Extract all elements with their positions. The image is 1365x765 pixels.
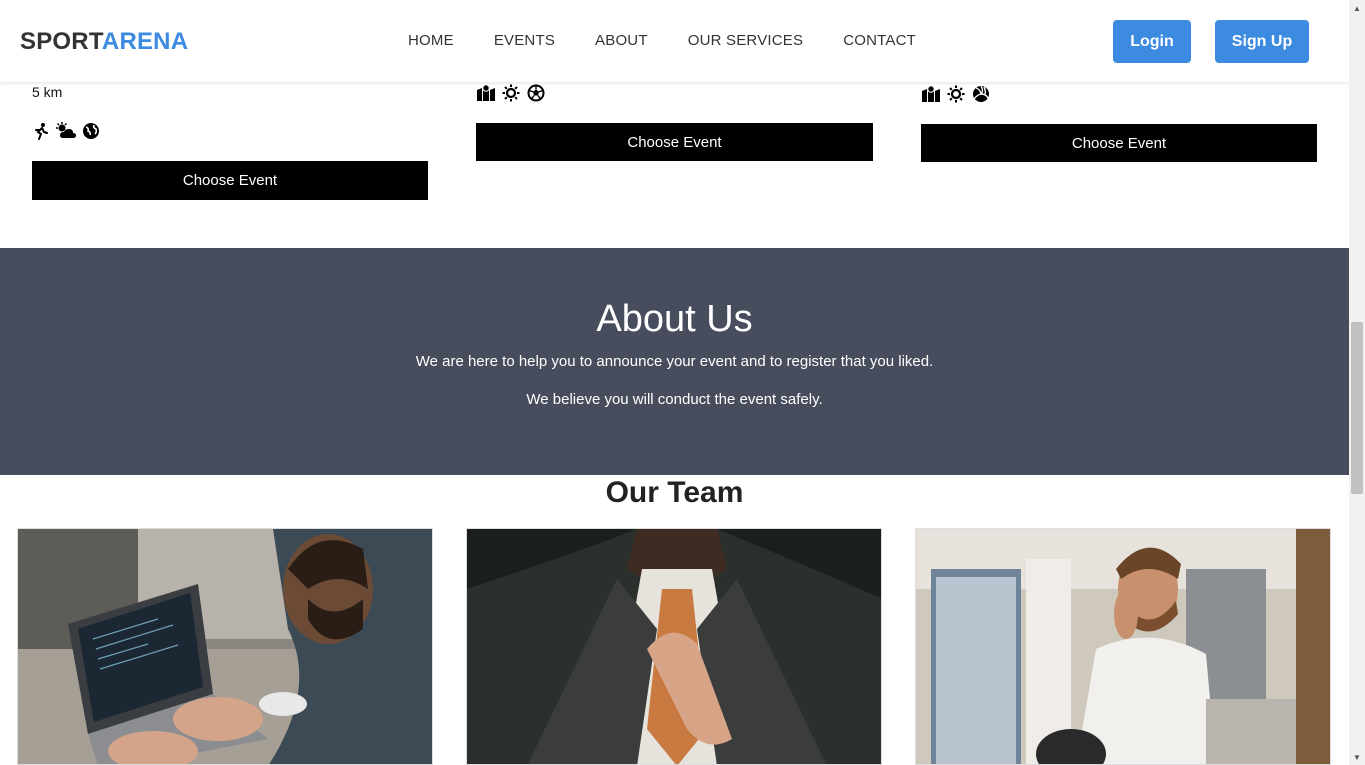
choose-event-button-1[interactable]: Choose Event <box>32 161 428 200</box>
event-icons-3 <box>920 85 991 108</box>
globe-icon <box>80 122 101 145</box>
sun-icon <box>500 84 521 107</box>
about-section: About Us We are here to help you to anno… <box>0 248 1349 475</box>
scrollbar-thumb[interactable] <box>1351 322 1363 494</box>
team-member-photo-2 <box>466 528 882 765</box>
soccer-ball-icon <box>525 84 546 107</box>
map-icon <box>475 84 496 107</box>
brand-logo[interactable]: SPORTARENA <box>20 28 188 56</box>
nav-our-services[interactable]: OUR SERVICES <box>688 32 804 49</box>
nav-about[interactable]: ABOUT <box>595 32 648 49</box>
event-distance: 5 km <box>32 84 63 100</box>
event-icons-1 <box>30 122 101 145</box>
sign-up-button[interactable]: Sign Up <box>1215 20 1309 63</box>
choose-event-button-2[interactable]: Choose Event <box>476 123 873 161</box>
brand-part-1: SPORT <box>20 28 102 55</box>
nav-events[interactable]: EVENTS <box>494 32 555 49</box>
event-icons-2 <box>475 84 546 107</box>
map-icon <box>920 85 941 108</box>
scroll-down-arrow-icon[interactable]: ▼ <box>1349 749 1365 765</box>
about-text-line-2: We believe you will conduct the event sa… <box>526 391 823 408</box>
sun-icon <box>945 85 966 108</box>
sun-cloud-icon <box>55 122 76 145</box>
nav-home[interactable]: HOME <box>408 32 454 49</box>
volleyball-icon <box>970 85 991 108</box>
nav-contact[interactable]: CONTACT <box>843 32 916 49</box>
page-viewport: 5 km Choose Event Choose Event Choose Ev… <box>0 0 1349 765</box>
running-icon <box>30 122 51 145</box>
scroll-up-arrow-icon[interactable]: ▲ <box>1349 0 1365 16</box>
brand-part-2: ARENA <box>101 28 189 55</box>
team-member-photo-3 <box>915 528 1331 765</box>
team-member-photo-1 <box>17 528 433 765</box>
top-navbar: SPORTARENA HOME EVENTS ABOUT OUR SERVICE… <box>0 0 1349 82</box>
main-nav: HOME EVENTS ABOUT OUR SERVICES CONTACT <box>408 32 956 49</box>
about-title: About Us <box>596 298 753 340</box>
event-card-1: 5 km <box>32 84 62 100</box>
vertical-scrollbar[interactable]: ▲ ▼ <box>1349 0 1365 765</box>
about-text-line-1: We are here to help you to announce your… <box>415 353 934 370</box>
team-title: Our Team <box>605 476 744 509</box>
choose-event-button-3[interactable]: Choose Event <box>921 124 1317 162</box>
login-button[interactable]: Login <box>1113 20 1191 63</box>
